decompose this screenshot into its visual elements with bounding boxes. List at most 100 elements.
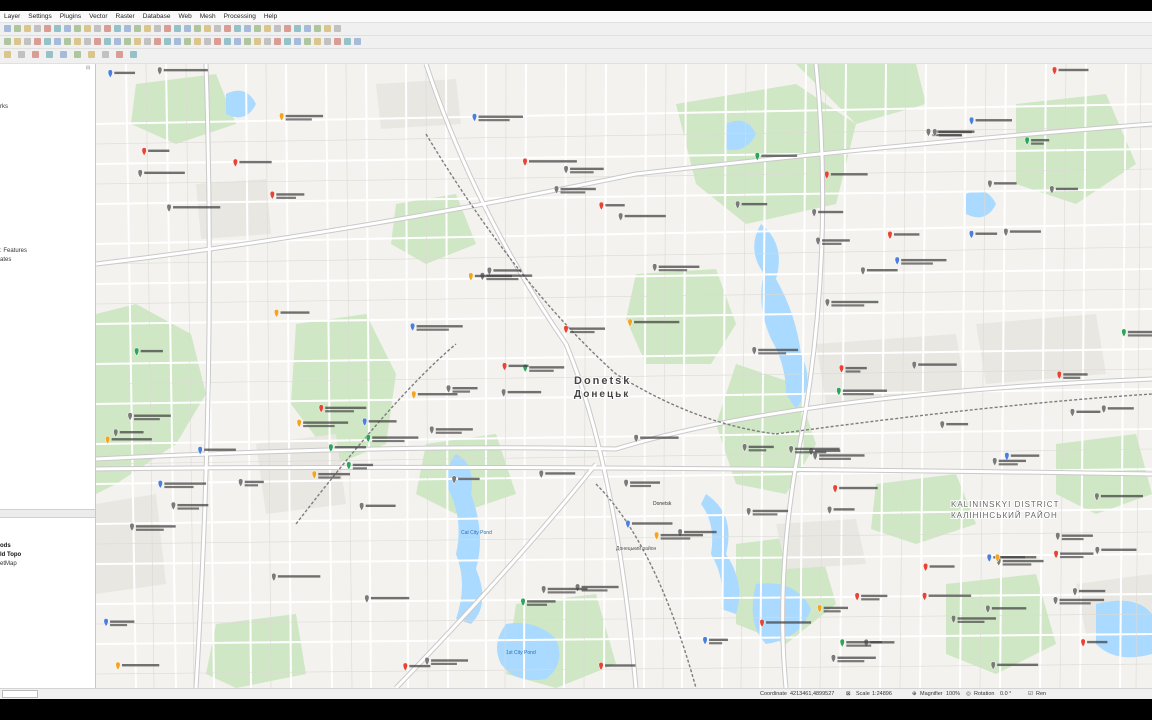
toolbar-button[interactable] (44, 25, 51, 32)
toolbar-button[interactable] (14, 25, 21, 32)
magnifier-value[interactable]: 100% (946, 691, 960, 697)
toolbar-button[interactable] (284, 25, 291, 32)
toolbar-button[interactable] (88, 51, 95, 58)
layer-item-1[interactable]: ods (0, 543, 11, 549)
toolbar-button[interactable] (244, 38, 251, 45)
lock-icon[interactable]: ⊠ (846, 691, 851, 697)
toolbar-button[interactable] (204, 38, 211, 45)
toolbar-button[interactable] (254, 25, 261, 32)
toolbar-button[interactable] (114, 38, 121, 45)
menu-processing[interactable]: Processing (220, 13, 260, 20)
toolbar-button[interactable] (214, 38, 221, 45)
toolbar-button[interactable] (354, 38, 361, 45)
browser-item-2[interactable]: : Features (0, 248, 27, 254)
toolbar-button[interactable] (324, 25, 331, 32)
toolbar-button[interactable] (94, 25, 101, 32)
toolbar-button[interactable] (54, 38, 61, 45)
menu-mesh[interactable]: Mesh (196, 13, 220, 20)
toolbar-button[interactable] (294, 38, 301, 45)
menu-database[interactable]: Database (139, 13, 175, 20)
locator-search[interactable] (2, 690, 38, 698)
toolbar-button[interactable] (224, 25, 231, 32)
toolbar-button[interactable] (44, 38, 51, 45)
coordinate-value[interactable]: 4213461,4899527 (790, 691, 834, 697)
toolbar-button[interactable] (130, 51, 137, 58)
toolbar-button[interactable] (114, 25, 121, 32)
toolbar-button[interactable] (204, 25, 211, 32)
toolbar-button[interactable] (34, 38, 41, 45)
toolbar-button[interactable] (324, 38, 331, 45)
toolbar-button[interactable] (124, 25, 131, 32)
layer-item-3[interactable]: etMap (0, 561, 17, 567)
toolbar-button[interactable] (234, 25, 241, 32)
render-checkbox[interactable]: ☑ (1028, 691, 1033, 697)
toolbar-button[interactable] (184, 38, 191, 45)
toolbar-button[interactable] (60, 51, 67, 58)
toolbar-button[interactable] (74, 38, 81, 45)
toolbar-button[interactable] (264, 25, 271, 32)
rotation-value[interactable]: 0.0 ° (1000, 691, 1011, 697)
toolbar-button[interactable] (54, 25, 61, 32)
toolbar-button[interactable] (34, 25, 41, 32)
toolbar-button[interactable] (144, 38, 151, 45)
toolbar-button[interactable] (104, 25, 111, 32)
toolbar-button[interactable] (174, 25, 181, 32)
toolbar-button[interactable] (164, 38, 171, 45)
menu-help[interactable]: Help (260, 13, 281, 20)
toolbar-button[interactable] (184, 25, 191, 32)
menu-layer[interactable]: Layer (0, 13, 24, 20)
toolbar-button[interactable] (144, 25, 151, 32)
toolbar-button[interactable] (344, 38, 351, 45)
toolbar-button[interactable] (334, 25, 341, 32)
map-svg[interactable]: Donetsk Донецьк KALININSKYI DISTRICT КАЛ… (96, 64, 1152, 688)
toolbar-button[interactable] (224, 38, 231, 45)
toolbar-button[interactable] (24, 25, 31, 32)
toolbar-button[interactable] (4, 51, 11, 58)
toolbar-button[interactable] (154, 38, 161, 45)
toolbar-button[interactable] (304, 25, 311, 32)
toolbar-button[interactable] (14, 38, 21, 45)
toolbar-button[interactable] (46, 51, 53, 58)
browser-item-3[interactable]: ates (0, 257, 11, 263)
toolbar-button[interactable] (64, 38, 71, 45)
toolbar-button[interactable] (194, 38, 201, 45)
toolbar-button[interactable] (4, 38, 11, 45)
toolbar-button[interactable] (4, 25, 11, 32)
toolbar-button[interactable] (18, 51, 25, 58)
menu-settings[interactable]: Settings (24, 13, 56, 20)
scale-value[interactable]: 1:24896 (872, 691, 892, 697)
toolbar-button[interactable] (334, 38, 341, 45)
toolbar-button[interactable] (254, 38, 261, 45)
toolbar-button[interactable] (274, 25, 281, 32)
toolbar-button[interactable] (24, 38, 31, 45)
toolbar-button[interactable] (94, 38, 101, 45)
toolbar-button[interactable] (234, 38, 241, 45)
toolbar-button[interactable] (116, 51, 123, 58)
toolbar-button[interactable] (84, 38, 91, 45)
menu-plugins[interactable]: Plugins (56, 13, 85, 20)
toolbar-button[interactable] (214, 25, 221, 32)
toolbar-button[interactable] (314, 38, 321, 45)
toolbar-button[interactable] (304, 38, 311, 45)
toolbar-button[interactable] (134, 38, 141, 45)
toolbar-button[interactable] (134, 25, 141, 32)
toolbar-button[interactable] (194, 25, 201, 32)
browser-item-1[interactable]: rks (0, 104, 8, 110)
layer-item-2[interactable]: ld Topo (0, 552, 21, 558)
toolbar-button[interactable] (32, 51, 39, 58)
toolbar-button[interactable] (64, 25, 71, 32)
toolbar-button[interactable] (264, 38, 271, 45)
menu-vector[interactable]: Vector (85, 13, 111, 20)
toolbar-button[interactable] (154, 25, 161, 32)
toolbar-button[interactable] (74, 25, 81, 32)
toolbar-button[interactable] (284, 38, 291, 45)
toolbar-button[interactable] (102, 51, 109, 58)
toolbar-button[interactable] (174, 38, 181, 45)
toolbar-button[interactable] (84, 25, 91, 32)
map-canvas[interactable]: Donetsk Донецьк KALININSKYI DISTRICT КАЛ… (96, 64, 1152, 688)
toolbar-button[interactable] (74, 51, 81, 58)
toolbar-button[interactable] (294, 25, 301, 32)
menu-raster[interactable]: Raster (112, 13, 139, 20)
toolbar-button[interactable] (124, 38, 131, 45)
toolbar-button[interactable] (104, 38, 111, 45)
